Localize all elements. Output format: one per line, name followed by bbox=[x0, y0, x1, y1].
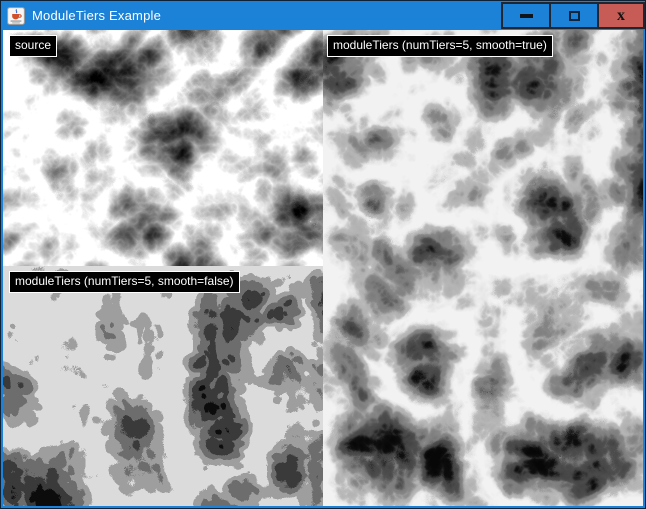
window-title: ModuleTiers Example bbox=[32, 8, 161, 23]
panel-tiers-smooth-label: moduleTiers (numTiers=5, smooth=true) bbox=[327, 35, 553, 57]
panel-source: source bbox=[3, 30, 323, 266]
close-button[interactable]: x bbox=[597, 2, 645, 29]
panel-tiers-hard: moduleTiers (numTiers=5, smooth=false) bbox=[3, 266, 323, 506]
java-app-icon bbox=[7, 7, 25, 25]
tiers-smooth-noise-texture bbox=[323, 30, 643, 506]
panel-source-label: source bbox=[9, 35, 57, 57]
maximize-icon bbox=[569, 11, 580, 21]
panel-tiers-smooth: moduleTiers (numTiers=5, smooth=true) bbox=[323, 30, 643, 506]
window-controls: x bbox=[501, 1, 645, 30]
panel-tiers-hard-label: moduleTiers (numTiers=5, smooth=false) bbox=[9, 271, 240, 293]
maximize-button[interactable] bbox=[549, 2, 597, 29]
canvas-area: source moduleTiers bbox=[3, 30, 643, 506]
tiers-hard-noise-texture bbox=[3, 266, 323, 506]
titlebar[interactable]: ModuleTiers Example x bbox=[1, 1, 645, 30]
app-window: ModuleTiers Example x bbox=[0, 0, 646, 509]
minimize-button[interactable] bbox=[501, 2, 549, 29]
close-icon: x bbox=[617, 8, 625, 24]
source-noise-texture bbox=[3, 30, 323, 266]
minimize-icon bbox=[520, 14, 533, 18]
